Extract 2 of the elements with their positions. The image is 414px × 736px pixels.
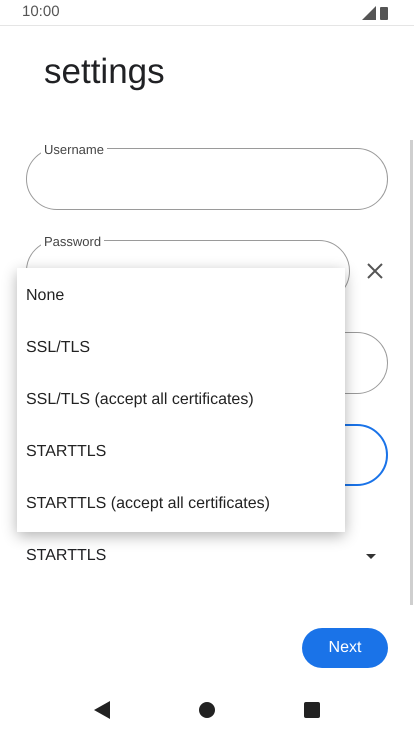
page-title: settings xyxy=(44,52,166,92)
clock: 10:00 xyxy=(22,2,60,22)
